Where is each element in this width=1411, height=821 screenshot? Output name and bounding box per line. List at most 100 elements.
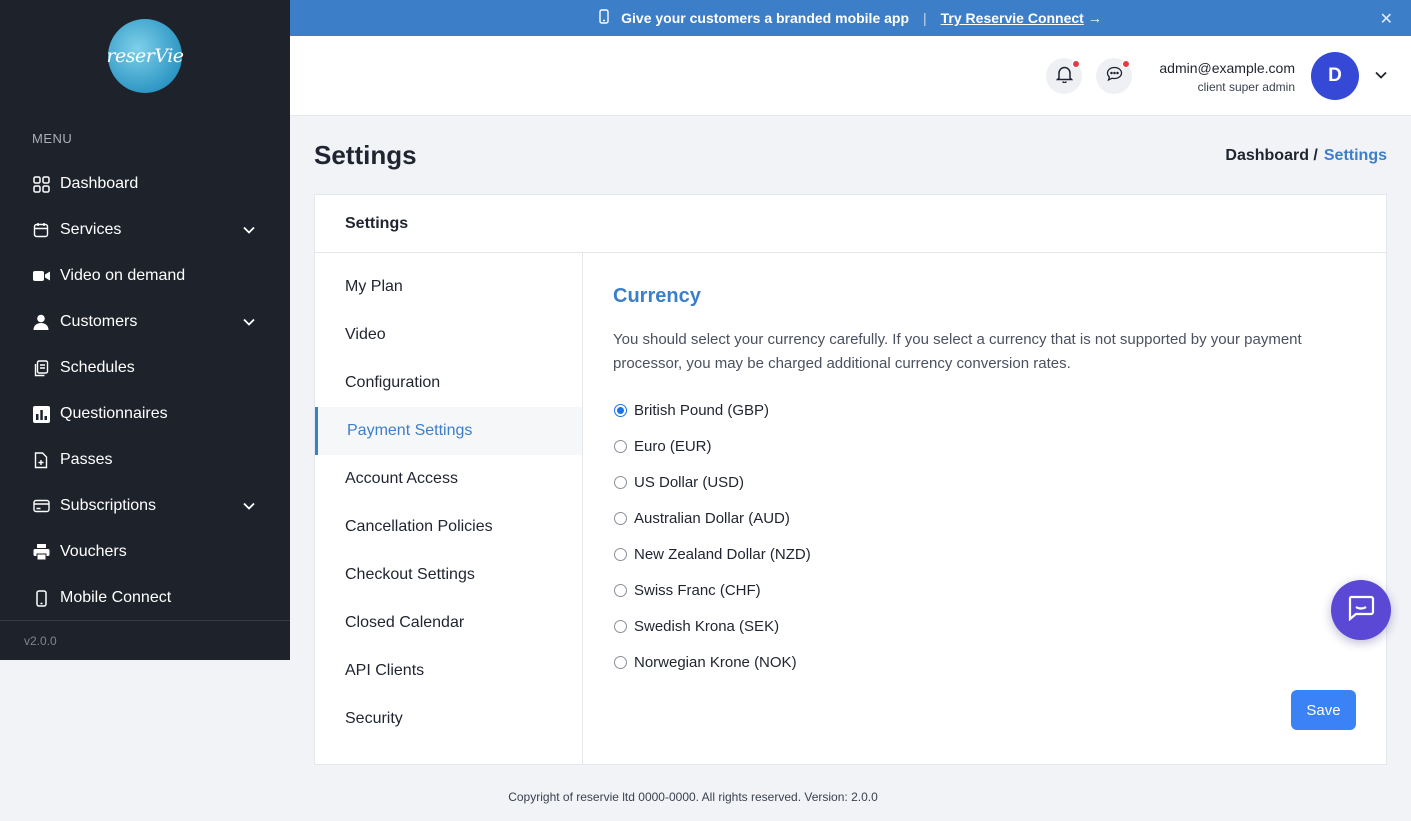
credit-card-icon <box>32 497 50 515</box>
sidebar-item-label: Video on demand <box>60 267 186 284</box>
user-icon <box>32 313 50 331</box>
bell-icon <box>1055 65 1073 88</box>
try-reservie-connect-link[interactable]: Try Reservie Connect <box>941 10 1084 26</box>
radio-label: New Zealand Dollar (NZD) <box>634 545 811 563</box>
chat-bubble-icon <box>1347 595 1375 626</box>
chat-bubble-icon <box>1106 66 1123 87</box>
chevron-down-icon[interactable] <box>242 499 256 518</box>
grid-icon <box>32 175 50 193</box>
mobile-icon <box>32 589 50 607</box>
radio-button[interactable] <box>614 511 627 525</box>
sidebar-item-vouchers[interactable]: Vouchers <box>0 529 290 575</box>
radio-button[interactable] <box>614 655 627 669</box>
currency-option-chf[interactable]: Swiss Franc (CHF) <box>613 572 1358 608</box>
video-icon <box>32 267 50 285</box>
radio-button[interactable] <box>614 583 627 597</box>
subnav-item-checkout-settings[interactable]: Checkout Settings <box>315 551 582 599</box>
chat-launcher-button[interactable] <box>1331 580 1391 640</box>
notification-dot <box>1072 60 1080 68</box>
card-title: Settings <box>315 195 1386 253</box>
sidebar-item-label: Subscriptions <box>60 497 157 514</box>
radio-label: Norwegian Krone (NOK) <box>634 653 797 671</box>
page-title: Settings <box>314 140 417 170</box>
page-footer: Copyright of reservie ltd 0000-0000. All… <box>508 790 878 804</box>
settings-subnav: My Plan Video Configuration Payment Sett… <box>315 253 583 765</box>
file-icon <box>32 451 50 469</box>
user-email: admin@example.com <box>1159 60 1295 76</box>
breadcrumb-dashboard-link[interactable]: Dashboard / <box>1225 147 1317 165</box>
sidebar-item-schedules[interactable]: Schedules <box>0 345 290 391</box>
sidebar-item-label: Dashboard <box>60 175 139 192</box>
banner-separator: | <box>923 10 927 26</box>
notifications-button[interactable] <box>1046 58 1082 94</box>
user-role: client super admin <box>1197 80 1295 94</box>
currency-option-sek[interactable]: Swedish Krona (SEK) <box>613 608 1358 644</box>
sidebar-item-dashboard[interactable]: Dashboard <box>0 161 290 207</box>
settings-card: Settings My Plan Video Configuration Pay… <box>314 194 1387 765</box>
sidebar-item-label: Questionnaires <box>60 405 168 422</box>
radio-button[interactable] <box>614 547 627 561</box>
sidebar-item-label: Vouchers <box>60 543 127 560</box>
sidebar-item-services[interactable]: Services <box>0 207 290 253</box>
radio-button[interactable] <box>614 475 627 489</box>
menu-label: MENU <box>32 131 73 146</box>
currency-option-gbp[interactable]: British Pound (GBP) <box>613 392 1358 428</box>
currency-option-eur[interactable]: Euro (EUR) <box>613 428 1358 464</box>
radio-label: British Pound (GBP) <box>634 401 770 419</box>
subnav-item-cancellation-policies[interactable]: Cancellation Policies <box>315 503 582 551</box>
banner-text: Give your customers a branded mobile app <box>621 10 910 26</box>
close-icon[interactable]: ✕ <box>1380 9 1393 29</box>
sidebar-item-mobile-connect[interactable]: Mobile Connect <box>0 575 290 621</box>
currency-option-aud[interactable]: Australian Dollar (AUD) <box>613 500 1358 536</box>
radio-label: Euro (EUR) <box>634 437 712 455</box>
version-label: v2.0.0 <box>24 634 57 648</box>
subnav-item-configuration[interactable]: Configuration <box>315 359 582 407</box>
sidebar-item-label: Passes <box>60 451 113 468</box>
chevron-down-icon[interactable] <box>242 315 256 334</box>
radio-label: Australian Dollar (AUD) <box>634 509 790 527</box>
avatar[interactable]: D <box>1311 52 1359 100</box>
sidebar: reserVie MENU Dashboard Services Video o… <box>0 0 290 660</box>
chevron-down-icon[interactable] <box>1374 68 1388 87</box>
sidebar-nav: Dashboard Services Video on demand Custo… <box>0 161 290 621</box>
subnav-item-payment-settings[interactable]: Payment Settings <box>315 407 582 455</box>
sidebar-item-label: Mobile Connect <box>60 589 172 606</box>
bar-chart-icon <box>32 405 50 423</box>
sidebar-item-label: Services <box>60 221 122 238</box>
subnav-item-my-plan[interactable]: My Plan <box>315 263 582 311</box>
radio-label: US Dollar (USD) <box>634 473 745 491</box>
currency-option-usd[interactable]: US Dollar (USD) <box>613 464 1358 500</box>
currency-radio-group: British Pound (GBP) Euro (EUR) US Dollar… <box>613 392 1358 680</box>
breadcrumb-current: Settings <box>1323 147 1387 164</box>
subnav-item-closed-calendar[interactable]: Closed Calendar <box>315 599 582 647</box>
subnav-item-video[interactable]: Video <box>315 311 582 359</box>
subnav-item-api-clients[interactable]: API Clients <box>315 647 582 695</box>
save-button[interactable]: Save <box>1291 690 1356 730</box>
messages-button[interactable] <box>1096 58 1132 94</box>
radio-label: Swiss Franc (CHF) <box>634 581 761 599</box>
currency-option-nzd[interactable]: New Zealand Dollar (NZD) <box>613 536 1358 572</box>
currency-description: You should select your currency carefull… <box>613 331 1302 372</box>
notification-dot <box>1122 60 1130 68</box>
reservie-logo[interactable]: reserVie <box>106 19 184 93</box>
chevron-down-icon[interactable] <box>242 223 256 242</box>
subnav-item-account-access[interactable]: Account Access <box>315 455 582 503</box>
radio-button[interactable] <box>614 403 627 417</box>
promo-banner: Give your customers a branded mobile app… <box>290 0 1411 36</box>
sidebar-footer: v2.0.0 <box>0 620 290 660</box>
section-title: Currency <box>613 285 701 307</box>
currency-option-nok[interactable]: Norwegian Krone (NOK) <box>613 644 1358 680</box>
sidebar-item-video-on-demand[interactable]: Video on demand <box>0 253 290 299</box>
sidebar-item-passes[interactable]: Passes <box>0 437 290 483</box>
radio-button[interactable] <box>614 619 627 633</box>
sidebar-item-label: Customers <box>60 313 138 330</box>
calendar-icon <box>32 221 50 239</box>
sidebar-item-subscriptions[interactable]: Subscriptions <box>0 483 290 529</box>
sidebar-item-questionnaires[interactable]: Questionnaires <box>0 391 290 437</box>
radio-button[interactable] <box>614 439 627 453</box>
clipboard-icon <box>32 359 50 377</box>
subnav-item-security[interactable]: Security <box>315 695 582 743</box>
top-header: admin@example.com client super admin D <box>290 36 1411 116</box>
arrow-right-icon[interactable]: → <box>1088 10 1102 26</box>
sidebar-item-customers[interactable]: Customers <box>0 299 290 345</box>
